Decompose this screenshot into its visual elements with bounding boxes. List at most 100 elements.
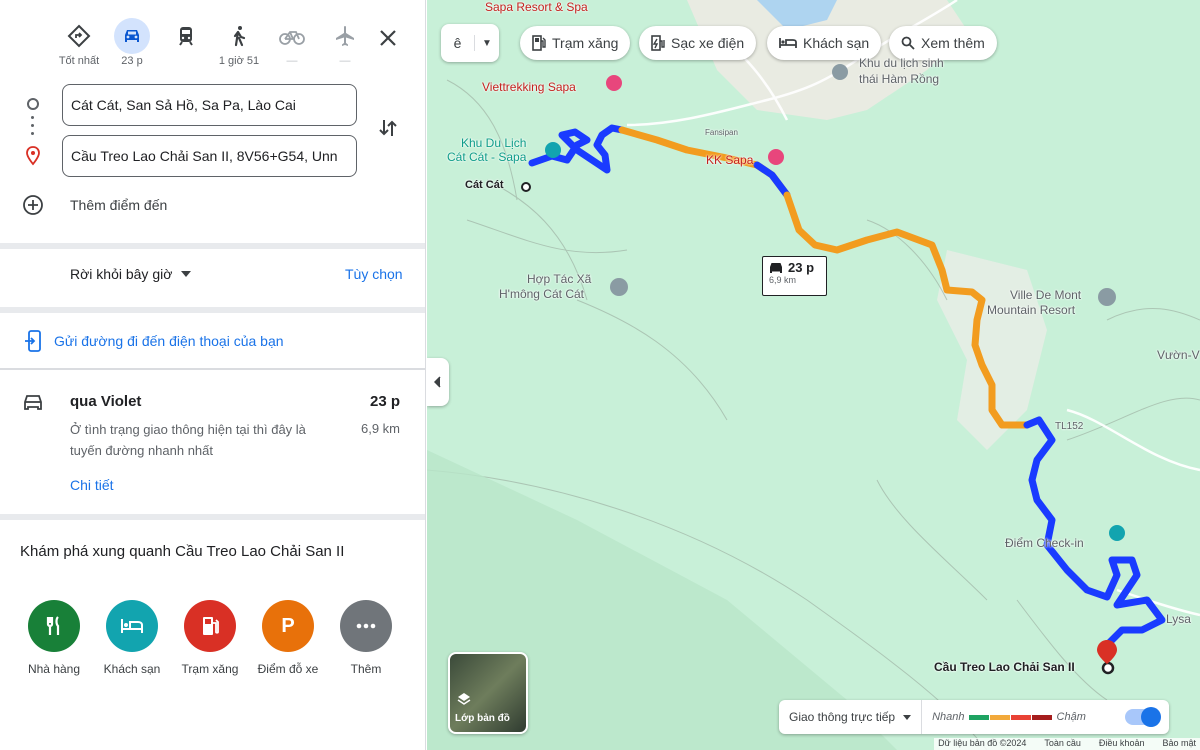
language-selector[interactable]: ê ▼ <box>441 24 499 62</box>
mode-transit[interactable] <box>161 18 211 69</box>
input-language-label: ê <box>441 35 475 51</box>
traffic-color-bars <box>968 714 1053 720</box>
airplane-icon <box>327 18 363 54</box>
category-label: Thêm <box>350 662 382 676</box>
traffic-fast-label: Nhanh <box>932 711 965 723</box>
map-label-cat-cat-tourism[interactable]: Khu Du Lịch <box>461 136 526 150</box>
hotel-icon <box>779 37 797 49</box>
traffic-control: Giao thông trực tiếp Nhanh Chậm <box>779 700 1169 734</box>
chip-hotels[interactable]: Khách sạn <box>767 26 882 60</box>
chip-gas-stations[interactable]: Trạm xăng <box>520 26 631 60</box>
map-label-hmong[interactable]: H'mông Cát Cát <box>499 287 584 301</box>
category-more[interactable]: Thêm <box>327 600 405 676</box>
map-attribution: Dữ liệu bản đồ ©2024 Toàn cầu Điều khoản… <box>934 738 1200 750</box>
chip-label: Khách sạn <box>803 35 870 51</box>
chip-more[interactable]: Xem thêm <box>889 26 997 60</box>
restaurant-icon <box>28 600 80 652</box>
add-destination-label: Thêm điểm đến <box>70 197 168 213</box>
send-to-phone-label: Gửi đường đi đến điện thoại của bạn <box>54 333 284 349</box>
origin-input[interactable]: Cát Cát, San Sả Hồ, Sa Pa, Lào Cai <box>62 84 357 126</box>
caret-down-icon: ▼ <box>482 37 492 49</box>
route-callout-time: 23 p <box>788 260 815 275</box>
traffic-slow-label: Chậm <box>1056 711 1086 723</box>
route-dots-icon <box>31 116 34 140</box>
route-option[interactable]: qua Violet 23 p Ở tình trạng giao thông … <box>0 377 425 513</box>
mode-walking-label: 1 giờ 51 <box>218 55 260 67</box>
close-button[interactable] <box>374 24 402 52</box>
map-label-checkin[interactable]: Điểm Check-in <box>1005 536 1084 550</box>
attribution-global[interactable]: Toàn cầu <box>1044 738 1081 750</box>
mode-transit-label <box>161 55 211 69</box>
map-label-ville-de-mont[interactable]: Ville De Mont <box>1010 288 1081 302</box>
swap-button[interactable] <box>375 115 401 141</box>
collapse-panel-button[interactable] <box>427 358 449 406</box>
category-parking[interactable]: P Điểm đỗ xe <box>249 600 327 676</box>
traffic-toggle[interactable] <box>1125 707 1161 727</box>
car-icon <box>770 262 782 273</box>
mode-flight[interactable]: — <box>320 18 370 69</box>
explore-title: Khám phá xung quanh Cầu Treo Lao Chải Sa… <box>20 543 345 560</box>
gas-station-icon <box>184 600 236 652</box>
divider <box>0 243 425 249</box>
divider <box>0 368 425 370</box>
category-label: Nhà hàng <box>27 662 81 676</box>
category-gas-stations[interactable]: Trạm xăng <box>171 600 249 676</box>
ev-charging-icon <box>651 35 665 51</box>
attribution-privacy[interactable]: Bảo mật <box>1162 738 1196 750</box>
chip-ev-charging[interactable]: Sạc xe điện <box>639 26 757 60</box>
map-label-htx[interactable]: Hợp Tác Xã <box>527 272 591 286</box>
add-circle-icon <box>23 195 43 215</box>
traffic-legend: Nhanh Chậm <box>922 711 1096 723</box>
route-callout-distance: 6,9 km <box>769 275 797 285</box>
layers-label: Lớp bản đồ <box>455 713 510 724</box>
destination-input[interactable]: Cầu Treo Lao Chải San II, 8V56+G54, Unn <box>62 135 357 177</box>
attribution-terms[interactable]: Điều khoản <box>1099 738 1145 750</box>
traffic-dropdown[interactable]: Giao thông trực tiếp <box>779 700 923 734</box>
swap-arrows-icon <box>379 120 397 136</box>
category-label: Trạm xăng <box>181 662 239 676</box>
mode-cycling[interactable]: — <box>267 18 317 69</box>
route-time: 23 p <box>369 393 400 410</box>
route-info-callout[interactable]: 23 p 6,9 km <box>762 256 827 296</box>
car-icon <box>22 393 44 418</box>
car-icon <box>114 18 150 54</box>
attribution-data: Dữ liệu bản đồ ©2024 <box>938 738 1027 748</box>
search-icon <box>901 36 915 50</box>
map-label-sapa-resort[interactable]: Sapa Resort & Spa <box>485 0 588 14</box>
map-label-viettrekking[interactable]: Viettrekking Sapa <box>482 80 576 94</box>
map-canvas[interactable]: ê ▼ Trạm xăng Sạc xe điện Khách sạn Xem … <box>427 0 1200 750</box>
map-label-cat-cat[interactable]: Cát Cát <box>465 179 504 191</box>
mode-best[interactable]: Tốt nhất <box>54 18 104 69</box>
close-icon <box>380 30 396 46</box>
route-via: qua Violet <box>70 393 142 410</box>
options-link[interactable]: Tùy chọn <box>345 266 403 282</box>
divider <box>0 514 425 520</box>
map-label-mountain-resort[interactable]: Mountain Resort <box>987 303 1075 317</box>
train-icon <box>168 18 204 54</box>
map-label-cat-cat-sapa[interactable]: Cát Cát - Sapa <box>447 150 526 164</box>
map-label-vuon[interactable]: Vườn-V <box>1157 348 1200 362</box>
mode-walking[interactable]: 1 giờ 51 <box>214 18 264 69</box>
map-label-khu-du-lich[interactable]: Khu du lịch sinh <box>859 56 944 70</box>
category-hotels[interactable]: Khách sạn <box>93 600 171 676</box>
add-destination-button[interactable]: Thêm điểm đến <box>22 194 167 216</box>
more-icon <box>340 600 392 652</box>
category-restaurants[interactable]: Nhà hàng <box>15 600 93 676</box>
hotel-icon <box>106 600 158 652</box>
send-to-phone-button[interactable]: Gửi đường đi đến điện thoại của bạn <box>24 330 284 352</box>
origin-circle-icon <box>27 98 39 110</box>
depart-now-label: Rời khỏi bây giờ <box>70 266 173 282</box>
depart-now-dropdown[interactable]: Rời khỏi bây giờ <box>70 266 192 282</box>
chip-label: Sạc xe điện <box>671 35 745 51</box>
details-link[interactable]: Chi tiết <box>70 477 114 493</box>
map-label-ham-rong[interactable]: thái Hàm Rồng <box>859 72 939 86</box>
map-label-lysa[interactable]: Lysa <box>1166 612 1191 626</box>
layers-button[interactable]: Lớp bản đồ <box>448 652 528 734</box>
map-label-destination[interactable]: Cầu Treo Lao Chải San II <box>934 660 1075 674</box>
parking-icon: P <box>262 600 314 652</box>
mode-best-label: Tốt nhất <box>58 55 100 67</box>
mode-flight-label: — <box>339 55 351 67</box>
camera-poi-icon <box>545 142 561 158</box>
map-label-kk-sapa[interactable]: KK Sapa <box>706 153 753 167</box>
mode-driving[interactable]: 23 p <box>107 18 157 69</box>
